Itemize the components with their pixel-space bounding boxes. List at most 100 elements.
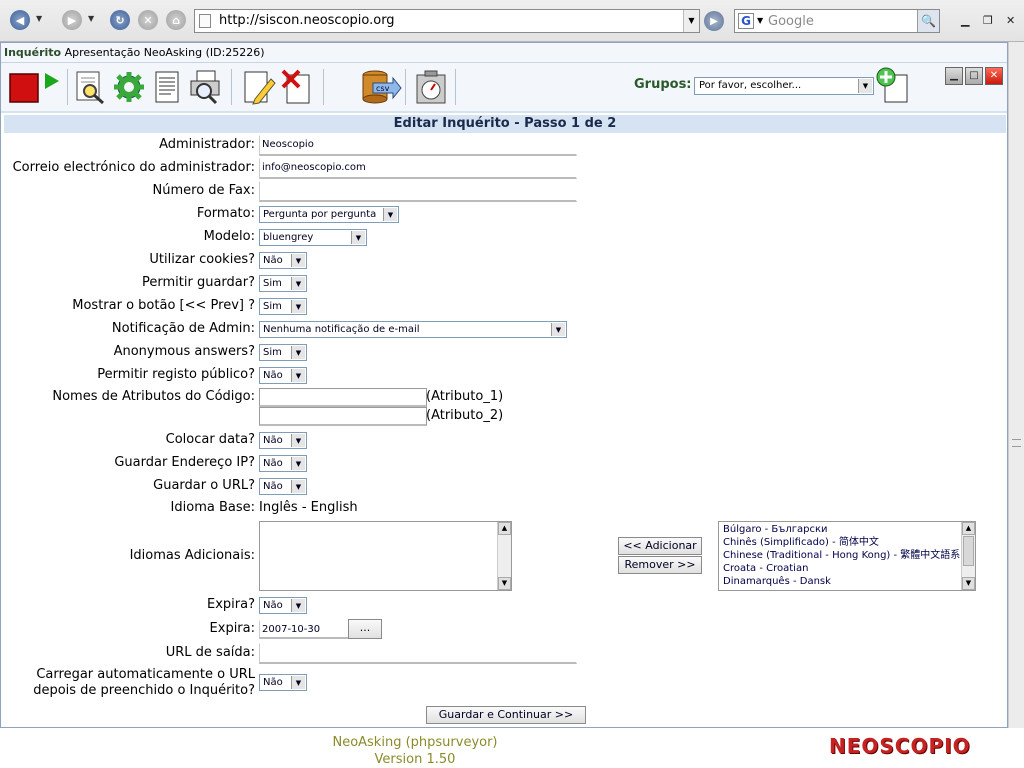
stop-load-icon[interactable]: ✕ xyxy=(138,10,158,30)
reload-icon[interactable]: ↻ xyxy=(110,10,130,30)
document-icon[interactable] xyxy=(149,69,185,105)
restore-window-icon[interactable]: ❐ xyxy=(983,14,993,27)
print-preview-icon[interactable] xyxy=(187,69,223,105)
expires-toggle-select[interactable]: Não ▼ xyxy=(259,597,307,614)
browser-toolbar: ◀ ▼ ▶ ▼ ↻ ✕ ⌂ http://siscon.neoscopio.or… xyxy=(0,0,1024,42)
survey-admin-panel: Inquérito Apresentação NeoAsking (ID:252… xyxy=(0,42,1008,728)
template-select[interactable]: bluengrey ▼ xyxy=(259,229,367,246)
close-window-icon[interactable]: ✕ xyxy=(1006,14,1015,27)
language-option[interactable]: Chinês (Simplificado) - 简体中文 xyxy=(723,536,971,549)
public-reg-select-value: Não xyxy=(263,370,283,381)
expires-toggle-select-value: Não xyxy=(263,600,283,611)
csv-export-icon[interactable]: csv xyxy=(359,69,403,105)
scroll-up-icon[interactable]: ▲ xyxy=(498,522,511,535)
language-option[interactable]: Chinese (Traditional - Hong Kong) - 繁體中文… xyxy=(723,549,971,562)
autoload-select[interactable]: Não ▼ xyxy=(259,674,307,691)
allow-save-label: Permitir guardar? xyxy=(142,275,255,290)
exit-url-field[interactable] xyxy=(259,643,577,664)
scroll-thumb[interactable] xyxy=(963,536,974,566)
groups-select[interactable]: Por favor, escolher... ▼ xyxy=(694,77,874,95)
email-field[interactable]: info@neoscopio.com xyxy=(259,158,577,179)
cookies-select[interactable]: Não ▼ xyxy=(259,252,307,269)
footer-version-number: Version 1.50 xyxy=(374,752,456,767)
forward-history-icon[interactable]: ▼ xyxy=(88,14,94,23)
admin-field[interactable]: Neoscopio xyxy=(259,135,577,156)
date-stamp-row: Colocar data? Não ▼ xyxy=(1,432,1007,449)
format-select[interactable]: Pergunta por pergunta ▼ xyxy=(259,206,399,223)
attribute-1-field[interactable] xyxy=(259,388,427,407)
save-ip-label: Guardar Endereço IP? xyxy=(114,455,255,470)
neoscopio-logo[interactable]: NEOSCOPIO xyxy=(829,734,971,758)
close-panel-icon[interactable]: ✕ xyxy=(985,67,1003,85)
page-scrollbar[interactable] xyxy=(1008,42,1024,728)
save-ip-select[interactable]: Não ▼ xyxy=(259,455,307,472)
groups-select-value: Por favor, escolher... xyxy=(699,80,802,91)
admin-notify-select[interactable]: Nenhuma notificação de e-mail ▼ xyxy=(259,321,567,338)
groups-label: Grupos: xyxy=(634,77,692,92)
save-continue-button[interactable]: Guardar e Continuar >> xyxy=(426,706,586,724)
expires-toggle-row: Expira? Não ▼ xyxy=(1,597,1007,614)
scroll-down-icon[interactable]: ▼ xyxy=(962,577,975,590)
edit-icon[interactable] xyxy=(241,69,277,105)
public-reg-select[interactable]: Não ▼ xyxy=(259,367,307,384)
template-row: Modelo: bluengrey ▼ xyxy=(1,229,1007,246)
anon-row: Anonymous answers? Sim ▼ xyxy=(1,344,1007,361)
minimize-window-icon[interactable]: ▁ xyxy=(961,14,969,27)
date-picker-button[interactable]: ... xyxy=(348,619,382,639)
additional-languages-list[interactable]: ▲ ▼ xyxy=(259,521,512,591)
survey-toolbar: csv Grupos: Por favor, escolher... ▼ ▁ □… xyxy=(1,63,1007,113)
search-icon[interactable]: 🔍 xyxy=(917,10,939,32)
attributes-label: Nomes de Atributos do Código: xyxy=(52,389,255,404)
date-stamp-select[interactable]: Não ▼ xyxy=(259,432,307,449)
back-history-icon[interactable]: ▼ xyxy=(36,14,42,23)
url-text: http://siscon.neoscopio.org xyxy=(219,13,395,28)
maximize-panel-icon[interactable]: □ xyxy=(965,67,983,85)
home-icon[interactable]: ⌂ xyxy=(166,10,186,30)
add-group-icon[interactable] xyxy=(875,67,911,103)
timer-icon[interactable] xyxy=(413,69,449,105)
inspect-icon[interactable] xyxy=(73,69,109,105)
back-icon[interactable]: ◀ xyxy=(10,10,30,30)
fax-field[interactable] xyxy=(259,181,577,202)
base-language-value: Inglês - English xyxy=(259,500,358,515)
allow-save-row: Permitir guardar? Sim ▼ xyxy=(1,275,1007,292)
date-stamp-select-value: Não xyxy=(263,435,283,446)
attribute-2-field[interactable] xyxy=(259,407,427,426)
prev-button-select[interactable]: Sim ▼ xyxy=(259,298,307,315)
save-ip-select-value: Não xyxy=(263,458,283,469)
stop-icon[interactable] xyxy=(7,69,63,105)
admin-label: Administrador: xyxy=(159,137,255,152)
available-languages-scrollbar[interactable]: ▲ ▼ xyxy=(961,522,975,590)
go-icon[interactable]: ▶ xyxy=(704,11,724,31)
public-reg-row: Permitir registo público? Não ▼ xyxy=(1,367,1007,384)
additional-languages-label: Idiomas Adicionais: xyxy=(129,548,255,563)
save-url-row: Guardar o URL? Não ▼ xyxy=(1,478,1007,495)
save-url-select[interactable]: Não ▼ xyxy=(259,478,307,495)
expires-date-field[interactable]: 2007-10-30 xyxy=(259,620,349,639)
url-input[interactable]: http://siscon.neoscopio.org ▼ xyxy=(194,9,700,33)
language-option[interactable]: Croata - Croatian xyxy=(723,562,971,575)
scroll-down-icon[interactable]: ▼ xyxy=(498,577,511,590)
footer-version: NeoAsking (phpsurveyor) Version 1.50 xyxy=(315,734,515,768)
language-option[interactable]: Dinamarquês - Dansk xyxy=(723,575,971,588)
language-option[interactable]: Búlgaro - Български xyxy=(723,523,971,536)
allow-save-select[interactable]: Sim ▼ xyxy=(259,275,307,292)
remove-language-button[interactable]: Remover >> xyxy=(618,556,702,574)
google-icon[interactable]: G xyxy=(738,13,754,29)
search-input[interactable]: G ▼ Google 🔍 xyxy=(734,9,940,33)
search-engine-dropdown-icon[interactable]: ▼ xyxy=(757,16,763,25)
settings-icon[interactable] xyxy=(111,69,147,105)
delete-icon[interactable] xyxy=(279,69,315,105)
expires-date-label: Expira: xyxy=(209,621,255,636)
forward-icon[interactable]: ▶ xyxy=(62,10,82,30)
additional-languages-scrollbar[interactable]: ▲ ▼ xyxy=(497,522,511,590)
footer-product: NeoAsking (phpsurveyor) xyxy=(332,735,498,750)
url-history-dropdown-icon[interactable]: ▼ xyxy=(683,10,699,32)
scroll-up-icon[interactable]: ▲ xyxy=(962,522,975,535)
available-languages-list[interactable]: Búlgaro - Български Chinês (Simplificado… xyxy=(718,521,976,591)
add-language-button[interactable]: << Adicionar xyxy=(618,537,702,555)
survey-title-label: Inquérito xyxy=(4,46,62,59)
minimize-panel-icon[interactable]: ▁ xyxy=(945,67,963,85)
template-select-value: bluengrey xyxy=(263,232,314,243)
anon-select[interactable]: Sim ▼ xyxy=(259,344,307,361)
